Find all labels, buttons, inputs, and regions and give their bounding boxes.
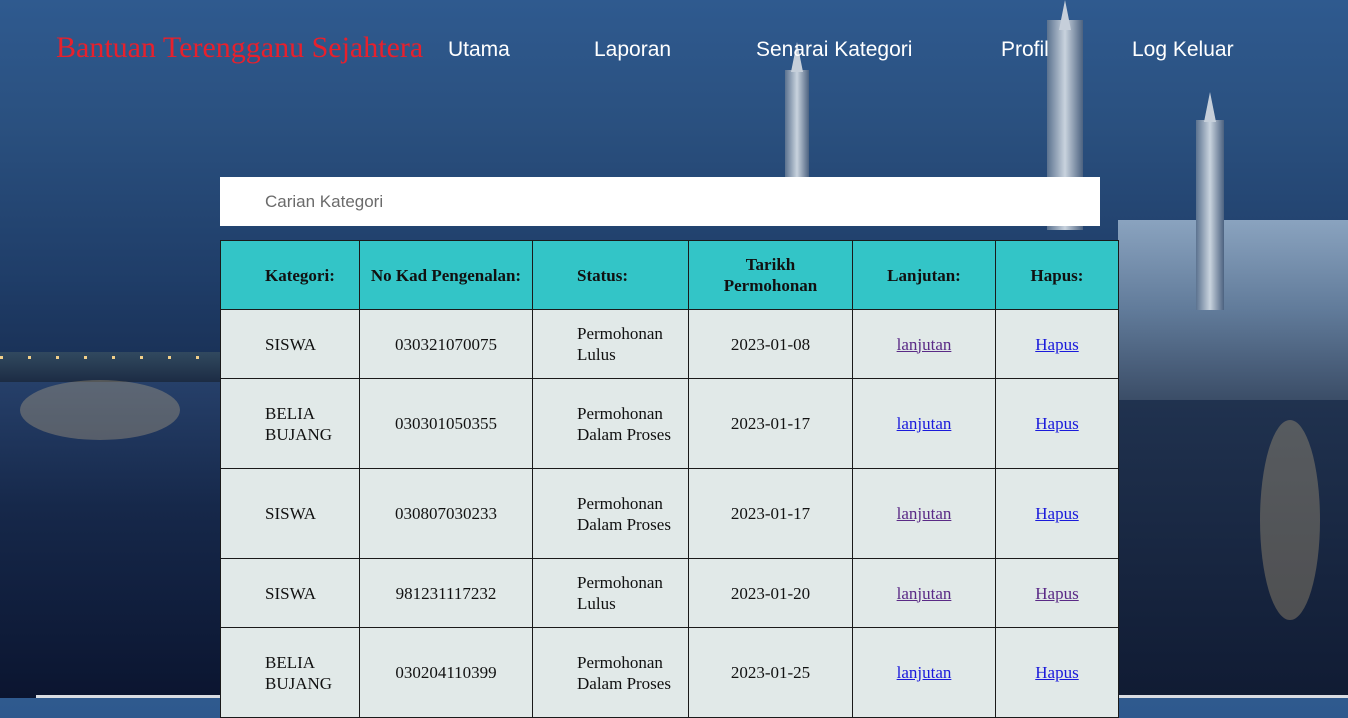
cell-tarikh: 2023-01-17 xyxy=(688,468,853,559)
cell-status: Permohonan Lulus xyxy=(532,558,689,628)
cell-hapus: Hapus xyxy=(995,378,1119,469)
table-header-row: Kategori: No Kad Pengenalan: Status: Tar… xyxy=(220,240,1119,310)
cell-hapus: Hapus xyxy=(995,468,1119,559)
cell-tarikh: 2023-01-20 xyxy=(688,558,853,628)
main-nav: Utama Laporan Senarai Kategori Profil Lo… xyxy=(0,38,1348,68)
header-status: Status: xyxy=(532,240,689,310)
header-lanjutan: Lanjutan: xyxy=(852,240,996,310)
hapus-link[interactable]: Hapus xyxy=(1035,504,1078,523)
cell-status: Permohonan Dalam Proses xyxy=(532,468,689,559)
nav-log-keluar[interactable]: Log Keluar xyxy=(1132,38,1234,62)
hapus-link[interactable]: Hapus xyxy=(1035,335,1078,354)
cell-kategori: SISWA xyxy=(220,558,360,628)
cell-ic: 030301050355 xyxy=(359,378,533,469)
cell-ic: 030807030233 xyxy=(359,468,533,559)
cell-kategori: SISWA xyxy=(220,468,360,559)
lanjutan-link[interactable]: lanjutan xyxy=(897,414,952,433)
cell-lanjutan: lanjutan xyxy=(852,627,996,718)
hapus-link[interactable]: Hapus xyxy=(1035,584,1078,603)
hapus-link[interactable]: Hapus xyxy=(1035,414,1078,433)
cell-lanjutan: lanjutan xyxy=(852,309,996,379)
cell-kategori: BELIA BUJANG xyxy=(220,378,360,469)
cell-status: Permohonan Lulus xyxy=(532,309,689,379)
nav-laporan[interactable]: Laporan xyxy=(594,38,671,62)
search-category-input[interactable] xyxy=(220,177,1100,226)
lanjutan-link[interactable]: lanjutan xyxy=(897,504,952,523)
table-row: BELIA BUJANG 030204110399 Permohonan Dal… xyxy=(220,627,1119,718)
lanjutan-link[interactable]: lanjutan xyxy=(897,335,952,354)
cell-hapus: Hapus xyxy=(995,558,1119,628)
cell-tarikh: 2023-01-17 xyxy=(688,378,853,469)
cell-ic: 030204110399 xyxy=(359,627,533,718)
table-row: SISWA 981231117232 Permohonan Lulus 2023… xyxy=(220,558,1119,628)
header-tarikh: Tarikh Permohonan xyxy=(688,240,853,310)
cell-status: Permohonan Dalam Proses xyxy=(532,627,689,718)
hapus-link[interactable]: Hapus xyxy=(1035,663,1078,682)
table-row: BELIA BUJANG 030301050355 Permohonan Dal… xyxy=(220,378,1119,469)
nav-utama[interactable]: Utama xyxy=(448,38,510,62)
nav-profil[interactable]: Profil xyxy=(1001,38,1049,62)
cell-kategori: BELIA BUJANG xyxy=(220,627,360,718)
header-hapus: Hapus: xyxy=(995,240,1119,310)
cell-kategori: SISWA xyxy=(220,309,360,379)
application-table: Kategori: No Kad Pengenalan: Status: Tar… xyxy=(220,240,1119,718)
nav-senarai-kategori[interactable]: Senarai Kategori xyxy=(756,38,912,62)
cell-lanjutan: lanjutan xyxy=(852,378,996,469)
cell-ic: 981231117232 xyxy=(359,558,533,628)
table-row: SISWA 030807030233 Permohonan Dalam Pros… xyxy=(220,468,1119,559)
lanjutan-link[interactable]: lanjutan xyxy=(897,663,952,682)
header-no-kad: No Kad Pengenalan: xyxy=(359,240,533,310)
header-kategori: Kategori: xyxy=(220,240,360,310)
cell-ic: 030321070075 xyxy=(359,309,533,379)
cell-hapus: Hapus xyxy=(995,309,1119,379)
cell-tarikh: 2023-01-08 xyxy=(688,309,853,379)
lanjutan-link[interactable]: lanjutan xyxy=(897,584,952,603)
cell-status: Permohonan Dalam Proses xyxy=(532,378,689,469)
table-row: SISWA 030321070075 Permohonan Lulus 2023… xyxy=(220,309,1119,379)
cell-lanjutan: lanjutan xyxy=(852,558,996,628)
cell-lanjutan: lanjutan xyxy=(852,468,996,559)
cell-tarikh: 2023-01-25 xyxy=(688,627,853,718)
cell-hapus: Hapus xyxy=(995,627,1119,718)
